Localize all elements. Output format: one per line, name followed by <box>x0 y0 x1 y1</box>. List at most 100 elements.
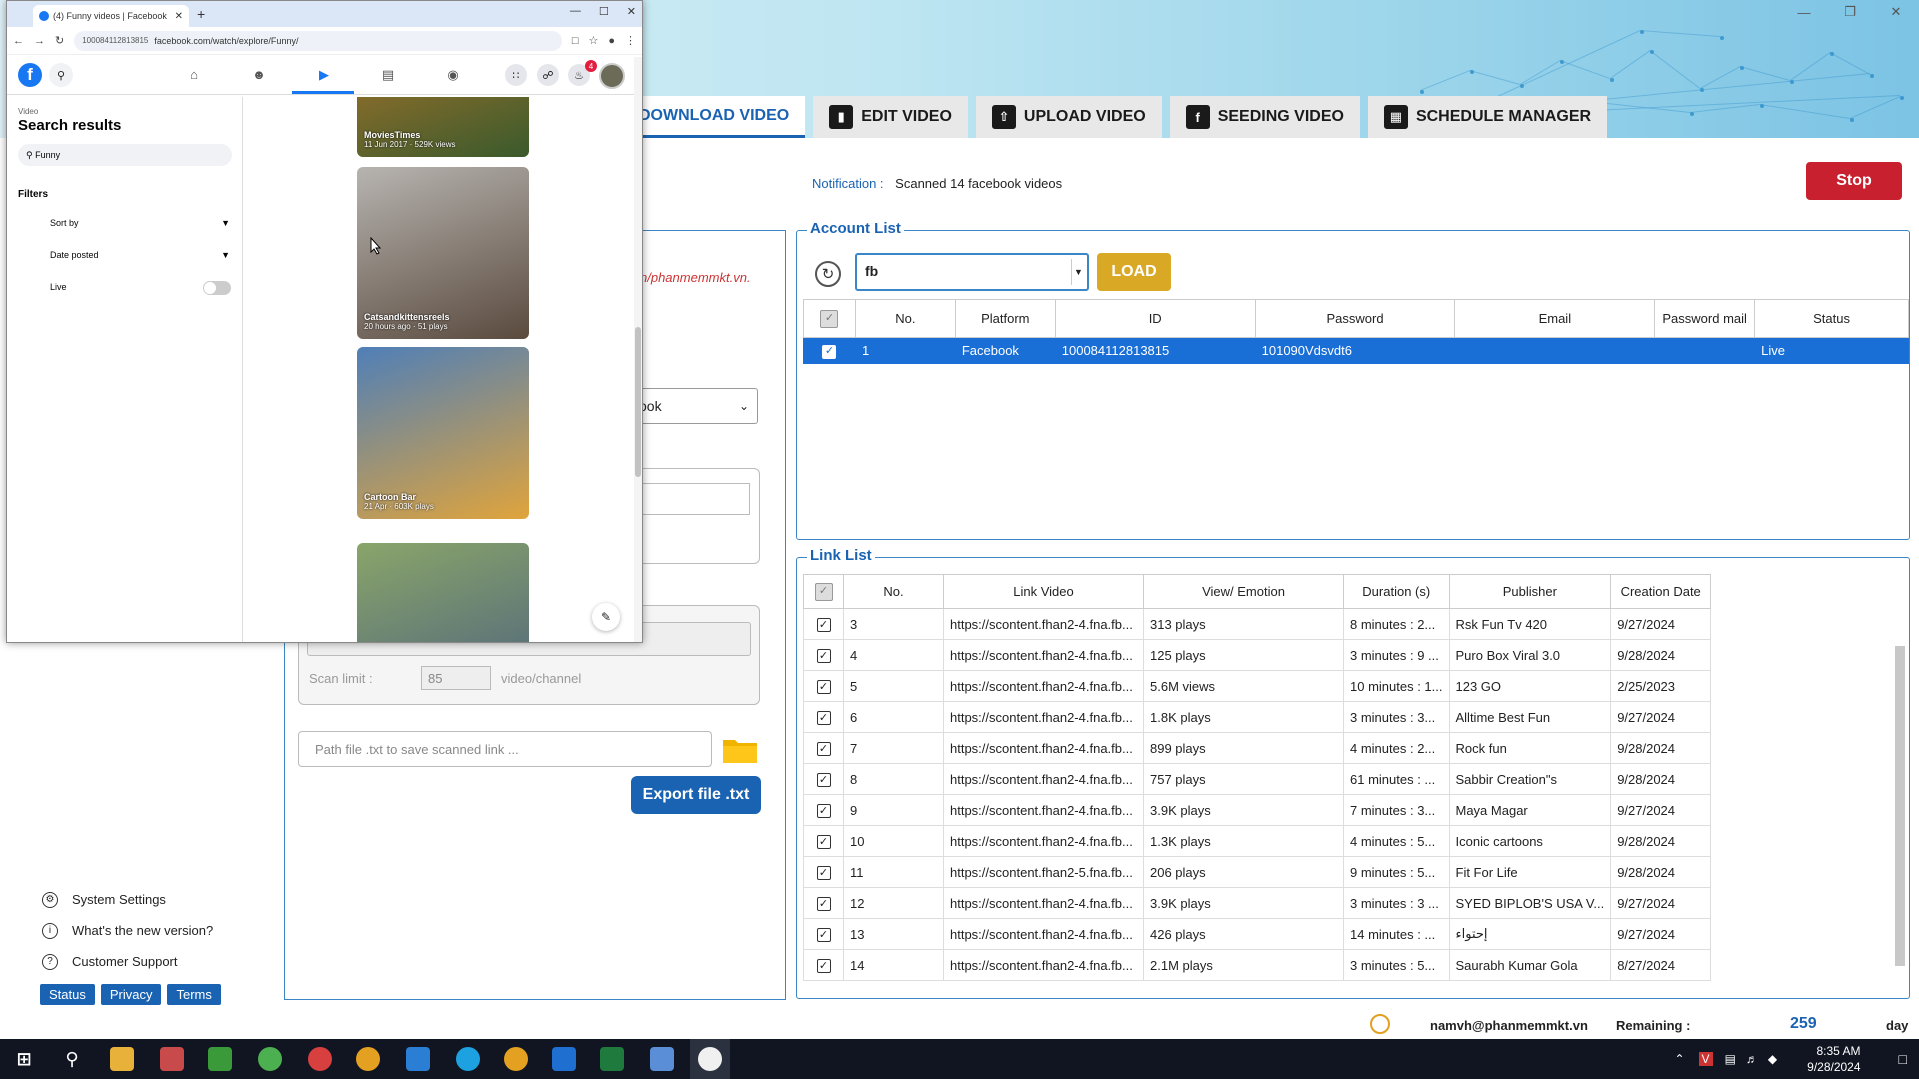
bookmark-star-icon[interactable]: ☆ <box>588 34 598 47</box>
messenger-icon[interactable]: ☍ <box>537 64 559 86</box>
table-row[interactable]: ✓ 5 https://scontent.fhan2-4.fna.fb... 5.6M… <box>803 670 1712 702</box>
row-checkbox[interactable]: ✓ <box>816 959 831 974</box>
volume-icon[interactable]: ♬ <box>1746 1052 1758 1066</box>
browser-tab[interactable]: (4) Funny videos | Facebook ✕ <box>33 5 189 27</box>
sort-by-filter[interactable]: Sort by ▼ <box>50 218 230 228</box>
column-header[interactable]: Password mail <box>1654 299 1756 338</box>
table-row[interactable]: ✓ 4 https://scontent.fhan2-4.fna.fb... 125 … <box>803 639 1712 671</box>
live-toggle[interactable] <box>203 281 231 295</box>
path-input[interactable]: Path file .txt to save scanned link ... <box>298 731 712 767</box>
app-icon[interactable] <box>552 1047 576 1071</box>
table-row[interactable]: ✓ 14 https://scontent.fhan2-4.fna.fb... 2.1… <box>803 949 1712 981</box>
chrome-icon[interactable] <box>504 1047 528 1071</box>
close-icon[interactable]: ✕ <box>627 5 636 18</box>
app-icon[interactable] <box>650 1047 674 1071</box>
account-search-combobox[interactable]: fb ▼ <box>855 253 1089 291</box>
column-header[interactable]: No. <box>854 299 956 338</box>
video-thumbnail[interactable] <box>357 543 529 642</box>
file-explorer-icon[interactable] <box>110 1047 134 1071</box>
browser-scrollbar[interactable] <box>634 57 642 642</box>
column-header[interactable]: Platform <box>954 299 1056 338</box>
compose-icon[interactable]: ✎ <box>592 603 620 631</box>
video-thumbnail[interactable]: MoviesTimes 11 Jun 2017 · 529K views <box>357 97 529 157</box>
avatar[interactable] <box>599 63 625 89</box>
install-icon[interactable]: □ <box>572 35 579 47</box>
row-checkbox[interactable]: ✓ <box>816 804 831 819</box>
load-button[interactable]: LOAD <box>1097 253 1171 291</box>
facebook-logo-icon[interactable]: f <box>18 63 42 87</box>
close-tab-icon[interactable]: ✕ <box>175 11 183 22</box>
video-thumbnail[interactable]: Catsandkittensreels 20 hours ago · 51 pla… <box>357 167 529 339</box>
app-icon[interactable] <box>258 1047 282 1071</box>
row-checkbox[interactable]: ✓ <box>822 344 837 359</box>
minimize-icon[interactable]: — <box>1781 0 1827 24</box>
forward-icon[interactable]: → <box>34 35 45 47</box>
date-posted-filter[interactable]: Date posted ▼ <box>50 250 230 260</box>
column-header[interactable]: Publisher <box>1448 574 1612 609</box>
marketplace-icon[interactable]: ▤ <box>379 67 397 83</box>
profile-icon[interactable]: ● <box>608 35 615 47</box>
excel-icon[interactable] <box>600 1047 624 1071</box>
chrome-icon[interactable] <box>356 1047 380 1071</box>
export-button[interactable]: Export file .txt <box>631 776 761 814</box>
app-icon[interactable] <box>308 1047 332 1071</box>
table-row[interactable]: ✓ 1 Facebook 100084112813815 101090Vdsvd… <box>803 337 1909 364</box>
network-icon[interactable]: ▤ <box>1725 1052 1736 1066</box>
scrollbar-thumb[interactable] <box>1895 646 1905 966</box>
table-row[interactable]: ✓ 11 https://scontent.fhan2-5.fna.fb... 206… <box>803 856 1712 888</box>
address-bar[interactable]: 100084112813815 facebook.com/watch/explo… <box>74 30 562 51</box>
platform-select[interactable]: ook ⌄ <box>636 388 758 424</box>
row-checkbox[interactable]: ✓ <box>816 897 831 912</box>
row-checkbox[interactable]: ✓ <box>816 835 831 850</box>
column-header[interactable]: Email <box>1454 299 1656 338</box>
folder-icon[interactable] <box>722 736 758 764</box>
tab-upload-video[interactable]: ⇧ UPLOAD VIDEO <box>975 96 1162 138</box>
tab-edit-video[interactable]: ▮ EDIT VIDEO <box>813 96 968 138</box>
column-header[interactable]: View/ Emotion <box>1143 574 1344 609</box>
row-checkbox[interactable]: ✓ <box>816 773 831 788</box>
maximize-icon[interactable]: ☐ <box>599 5 609 18</box>
row-checkbox[interactable]: ✓ <box>816 866 831 881</box>
antivirus-icon[interactable]: V <box>1698 1052 1713 1066</box>
source-input[interactable] <box>636 483 750 515</box>
column-header[interactable]: Duration (s) <box>1343 574 1450 609</box>
table-row[interactable]: ✓ 9 https://scontent.fhan2-4.fna.fb... 3.9K… <box>803 794 1712 826</box>
table-row[interactable]: ✓ 13 https://scontent.fhan2-4.fna.fb... 426… <box>803 918 1712 950</box>
privacy-link[interactable]: Privacy <box>100 984 162 1005</box>
column-header[interactable]: Link Video <box>943 574 1144 609</box>
video-thumbnail[interactable]: Cartoon Bar 21 Apr · 603K plays <box>357 347 529 519</box>
gaming-icon[interactable]: ◉ <box>444 67 462 83</box>
column-header[interactable]: Password <box>1254 299 1456 338</box>
menu-dots-icon[interactable]: ⋮ <box>625 34 636 47</box>
table-row[interactable]: ✓ 10 https://scontent.fhan2-4.fna.fb... 1.3… <box>803 825 1712 857</box>
column-header[interactable]: No. <box>843 574 944 609</box>
system-settings-item[interactable]: ⚙ System Settings <box>42 884 213 915</box>
app-icon[interactable] <box>208 1047 232 1071</box>
tray-expand-icon[interactable]: ⌃ <box>1674 1052 1684 1066</box>
skype-icon[interactable] <box>456 1047 480 1071</box>
table-row[interactable]: ✓ 8 https://scontent.fhan2-4.fna.fb... 757 … <box>803 763 1712 795</box>
tab-download-video[interactable]: DOWNLOAD VIDEO <box>636 96 806 138</box>
select-all-checkbox[interactable]: ✓ <box>803 299 856 338</box>
new-tab-icon[interactable]: + <box>197 6 205 22</box>
action-center-icon[interactable]: □ <box>1899 1051 1907 1067</box>
row-checkbox[interactable]: ✓ <box>816 742 831 757</box>
link-list-scrollbar[interactable] <box>1893 566 1907 986</box>
taskbar-clock[interactable]: 8:35 AM 9/28/2024 <box>1807 1043 1860 1075</box>
dropdown-arrow-icon[interactable]: ▼ <box>1071 259 1085 285</box>
menu-grid-icon[interactable]: ∷ <box>505 64 527 86</box>
stop-button[interactable]: Stop <box>1806 162 1902 200</box>
row-checkbox[interactable]: ✓ <box>816 680 831 695</box>
search-icon[interactable]: ⚲ <box>49 63 73 87</box>
row-checkbox[interactable]: ✓ <box>816 711 831 726</box>
customer-support-item[interactable]: ? Customer Support <box>42 946 213 977</box>
app-icon[interactable] <box>406 1047 430 1071</box>
checkbox[interactable]: ✓ <box>820 309 839 328</box>
new-version-item[interactable]: i What's the new version? <box>42 915 213 946</box>
search-input[interactable]: ⚲ Funny <box>18 144 232 166</box>
scrollbar-thumb[interactable] <box>635 327 641 477</box>
search-icon[interactable]: ⚲ <box>60 1047 84 1071</box>
table-row[interactable]: ✓ 12 https://scontent.fhan2-4.fna.fb... 3.9… <box>803 887 1712 919</box>
refresh-icon[interactable]: ↻ <box>815 261 841 287</box>
input-method-icon[interactable]: ◆ <box>1768 1052 1777 1066</box>
